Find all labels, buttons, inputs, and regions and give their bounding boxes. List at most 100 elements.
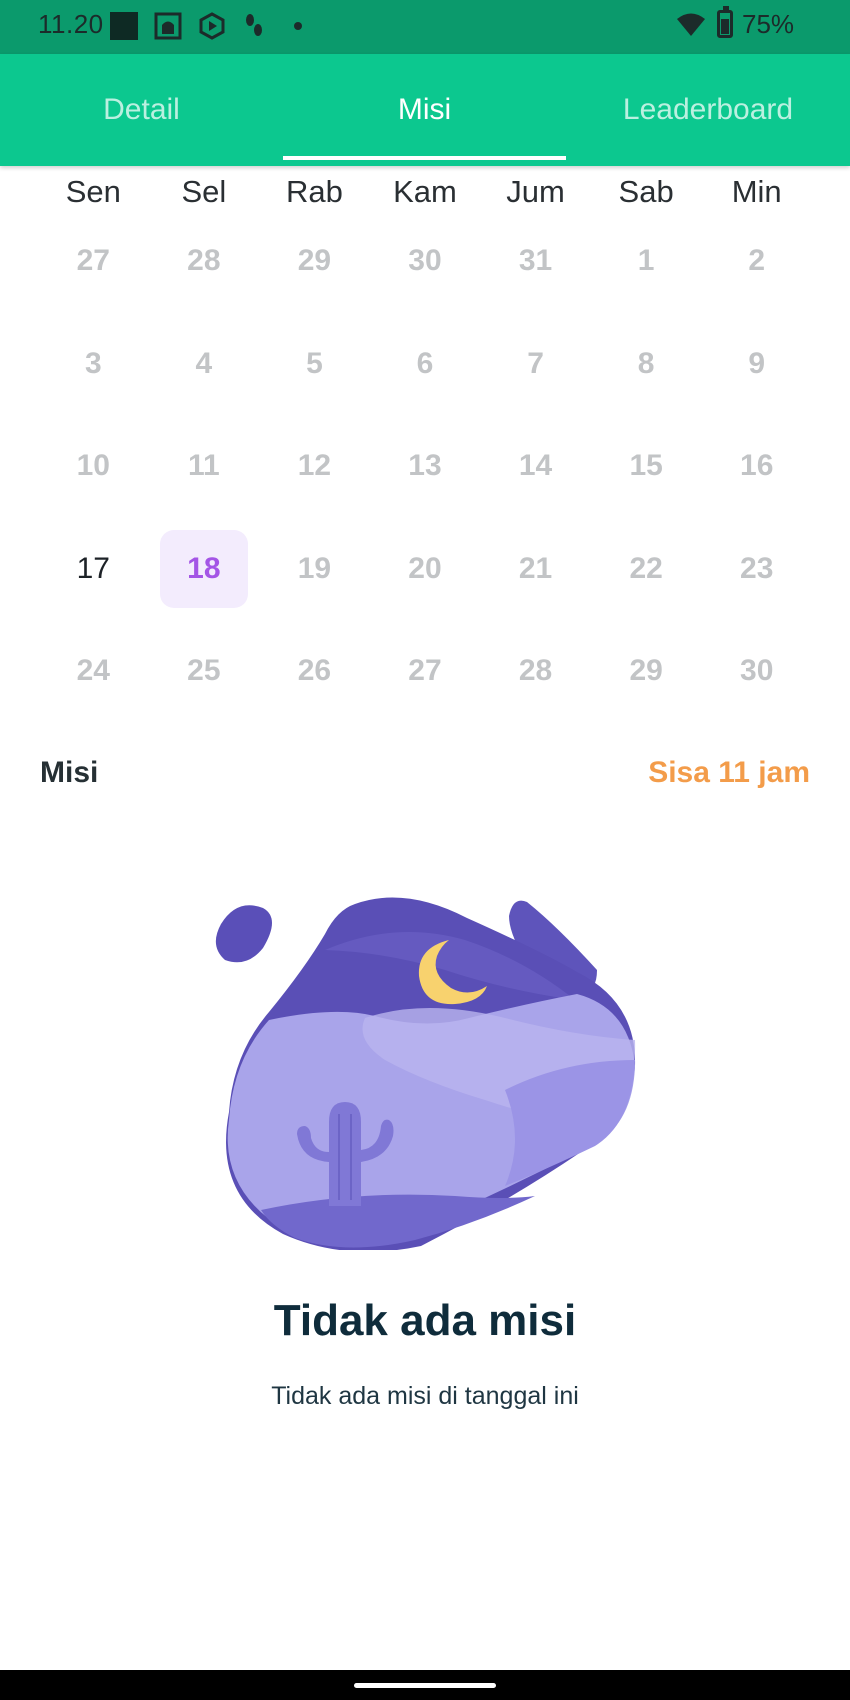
mosque-app-icon — [154, 12, 182, 40]
calendar-day[interactable]: 10 — [38, 415, 149, 518]
calendar-day-number: 16 — [740, 449, 774, 483]
calendar-day[interactable]: 7 — [480, 313, 591, 416]
calendar-day-number: 25 — [187, 654, 221, 688]
calendar-day[interactable]: 22 — [591, 518, 702, 621]
calendar-day[interactable]: 24 — [38, 620, 149, 723]
battery-icon — [717, 6, 733, 38]
system-nav-bar — [0, 1670, 850, 1700]
calendar-day-number: 24 — [76, 654, 110, 688]
calendar-day-number: 23 — [740, 551, 774, 585]
calendar-day[interactable]: 5 — [259, 313, 370, 416]
calendar-day-number: 26 — [297, 654, 332, 688]
calendar-day[interactable]: 11 — [149, 415, 260, 518]
battery-percent: 75% — [742, 9, 795, 39]
calendar-day[interactable]: 8 — [591, 313, 702, 416]
calendar-day[interactable]: 6 — [370, 313, 481, 416]
calendar-day[interactable]: 14 — [480, 415, 591, 518]
calendar-day-number: 7 — [527, 346, 544, 380]
calendar-day[interactable]: 29 — [591, 620, 702, 723]
footprint-icon — [240, 12, 268, 40]
calendar-day-number: 31 — [518, 244, 553, 278]
calendar-day-selected[interactable]: 18 — [149, 518, 260, 621]
calendar-day-number: 27 — [76, 244, 110, 278]
calendar: Sen Sel Rab Kam Jum Sab Min 27 28 29 30 31 1 2… — [38, 166, 812, 723]
calendar-day-number: 10 — [76, 449, 110, 483]
calendar-day[interactable]: 20 — [370, 518, 481, 621]
calendar-day[interactable]: 30 — [370, 210, 481, 313]
calendar-day-number: 11 — [187, 449, 220, 483]
calendar-day[interactable]: 28 — [149, 210, 260, 313]
calendar-day[interactable]: 2 — [701, 210, 812, 313]
weekday-sen: Sen — [65, 174, 121, 209]
calendar-day[interactable]: 28 — [480, 620, 591, 723]
calendar-day-number: 6 — [416, 346, 434, 380]
calendar-day[interactable]: 29 — [259, 210, 370, 313]
calendar-day[interactable]: 30 — [701, 620, 812, 723]
desert-night-cactus-illustration — [205, 890, 645, 1252]
calendar-day-number: 9 — [748, 346, 766, 380]
calendar-day-number: 15 — [629, 449, 663, 483]
empty-state-subtitle: Tidak ada misi di tanggal ini — [271, 1382, 579, 1410]
mission-remaining-time: Sisa 11 jam — [648, 756, 810, 789]
tab-indicator — [283, 156, 566, 160]
calendar-day-number: 19 — [297, 551, 332, 585]
calendar-day-number: 29 — [629, 654, 663, 688]
calendar-day-number: 21 — [518, 551, 553, 585]
hex-play-icon — [198, 12, 226, 40]
calendar-day-number: 3 — [84, 346, 102, 380]
calendar-day[interactable]: 23 — [701, 518, 812, 621]
calendar-day-number: 28 — [518, 654, 553, 688]
weekday-sab: Sab — [618, 174, 674, 209]
mission-title: Misi — [40, 756, 99, 789]
calendar-day-number: 28 — [187, 244, 221, 278]
calendar-day-number: 30 — [740, 654, 774, 688]
calendar-day[interactable]: 16 — [701, 415, 812, 518]
calendar-day[interactable]: 26 — [259, 620, 370, 723]
calendar-day-number: 18 — [187, 551, 221, 585]
calendar-day-number: 1 — [637, 244, 655, 278]
calendar-day[interactable]: 3 — [38, 313, 149, 416]
calendar-day-number: 13 — [408, 449, 442, 483]
status-time: 11.20 — [38, 9, 104, 39]
calendar-day-number: 27 — [408, 654, 442, 688]
mission-header: Misi Sisa 11 jam — [40, 756, 810, 800]
calendar-day-number: 22 — [629, 551, 663, 585]
calendar-day[interactable]: 31 — [480, 210, 591, 313]
weekday-jum: Jum — [506, 174, 565, 209]
empty-state-title: Tidak ada misi — [273, 1296, 577, 1345]
wifi-icon — [676, 12, 706, 43]
calendar-day[interactable]: 15 — [591, 415, 702, 518]
calendar-day[interactable]: 27 — [38, 210, 149, 313]
calendar-day[interactable]: 12 — [259, 415, 370, 518]
more-dot-icon — [294, 22, 302, 30]
calendar-day-number: 8 — [637, 346, 655, 380]
tab-misi[interactable]: Misi — [283, 54, 566, 166]
weekday-min: Min — [731, 174, 782, 209]
calendar-day[interactable]: 25 — [149, 620, 260, 723]
tab-leaderboard[interactable]: Leaderboard — [566, 54, 850, 166]
tab-detail[interactable]: Detail — [0, 54, 283, 166]
calendar-day-number: 14 — [518, 449, 553, 483]
calendar-days: 27 28 29 30 31 1 2 3 4 5 6 7 8 9 10 11 12 13 14 15 16 17 18 19 2… — [38, 210, 812, 723]
status-bar: 11.20 75% — [0, 0, 850, 54]
weekday-kam: Kam — [393, 174, 457, 209]
calendar-day-number: 20 — [408, 551, 442, 585]
calendar-day[interactable]: 1 — [591, 210, 702, 313]
calendar-day[interactable]: 17 — [38, 518, 149, 621]
calendar-day[interactable]: 19 — [259, 518, 370, 621]
calendar-day[interactable]: 21 — [480, 518, 591, 621]
calendar-day-number: 2 — [748, 244, 766, 278]
weekday-sel: Sel — [181, 174, 227, 209]
calendar-day-number: 17 — [76, 551, 110, 585]
home-gesture-handle[interactable] — [354, 1683, 496, 1688]
calendar-day[interactable]: 4 — [149, 313, 260, 416]
calendar-day[interactable]: 27 — [370, 620, 481, 723]
calendar-day-number: 12 — [297, 449, 332, 483]
calendar-day-number: 4 — [195, 346, 213, 380]
calendar-day-number: 5 — [306, 346, 323, 380]
tab-bar: Detail Misi Leaderboard — [0, 54, 850, 166]
calendar-day-number: 29 — [297, 244, 332, 278]
calendar-day[interactable]: 13 — [370, 415, 481, 518]
square-notification-icon — [110, 12, 138, 40]
calendar-day[interactable]: 9 — [701, 313, 812, 416]
